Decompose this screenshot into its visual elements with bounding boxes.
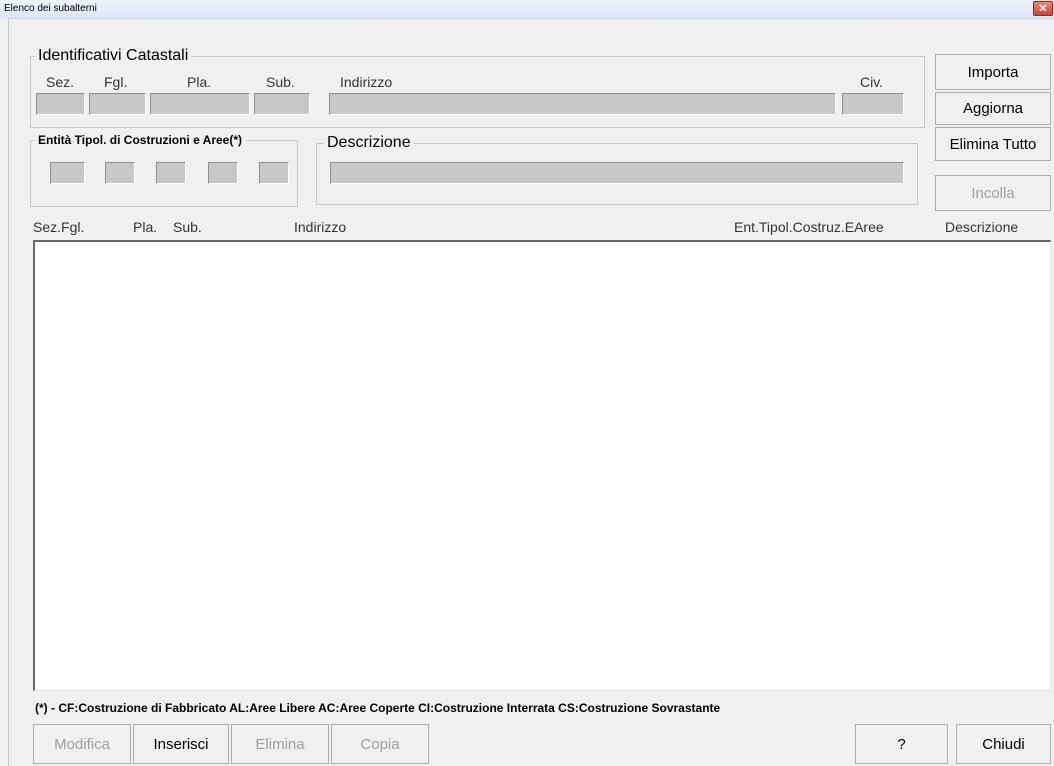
- pla-field[interactable]: [150, 93, 250, 115]
- header-indirizzo: Indirizzo: [294, 219, 347, 235]
- elimina-tutto-label: Elimina Tutto: [949, 135, 1037, 153]
- civ-label: Civ.: [860, 74, 884, 90]
- incolla-button[interactable]: Incolla: [935, 175, 1051, 211]
- sez-label: Sez.: [46, 74, 75, 90]
- elimina-label: Elimina: [255, 735, 305, 753]
- civ-field[interactable]: [842, 93, 904, 115]
- importa-label: Importa: [967, 63, 1019, 81]
- header-descrizione: Descrizione: [945, 219, 1019, 235]
- fgl-label: Fgl.: [104, 74, 128, 90]
- sub-label: Sub.: [266, 74, 295, 90]
- copia-label: Copia: [360, 735, 400, 753]
- header-sub: Sub.: [173, 219, 202, 235]
- help-button[interactable]: ?: [855, 724, 948, 764]
- header-sez-fgl: Sez.Fgl.: [33, 219, 85, 235]
- inserisci-button[interactable]: Inserisci: [133, 724, 229, 764]
- descrizione-field[interactable]: [330, 162, 904, 184]
- window-left-border: [0, 18, 9, 766]
- modifica-button[interactable]: Modifica: [33, 724, 131, 764]
- close-button[interactable]: ✕: [1033, 1, 1053, 16]
- aggiorna-label: Aggiorna: [962, 100, 1024, 117]
- chiudi-label: Chiudi: [982, 735, 1025, 753]
- elimina-button[interactable]: Elimina: [231, 724, 329, 764]
- fgl-field[interactable]: [89, 93, 146, 115]
- incolla-label: Incolla: [971, 184, 1015, 202]
- elimina-tutto-button[interactable]: Elimina Tutto: [935, 127, 1051, 161]
- descrizione-legend: Descrizione: [324, 134, 414, 152]
- entita-field-4[interactable]: [208, 162, 238, 184]
- sub-field[interactable]: [254, 93, 310, 115]
- legend-note: (*) - CF:Costruzione di Fabbricato AL:Ar…: [35, 701, 721, 715]
- indirizzo-label: Indirizzo: [340, 74, 393, 90]
- entita-field-2[interactable]: [105, 162, 135, 184]
- indirizzo-field[interactable]: [329, 93, 836, 115]
- subalterni-list[interactable]: [33, 240, 1051, 691]
- window-title: Elenco dei subalterni: [4, 3, 97, 14]
- entita-field-1[interactable]: [50, 162, 85, 184]
- inserisci-label: Inserisci: [153, 735, 209, 753]
- title-bar: Elenco dei subalterni ✕: [0, 0, 1054, 19]
- close-icon: ✕: [1038, 3, 1048, 15]
- dialog-window: Elenco dei subalterni ✕ Identificativi C…: [0, 0, 1054, 766]
- help-label: ?: [897, 735, 906, 753]
- copia-button[interactable]: Copia: [331, 724, 429, 764]
- importa-button[interactable]: Importa: [935, 54, 1051, 90]
- modifica-label: Modifica: [54, 735, 110, 753]
- entita-legend: Entità Tipol. di Costruzioni e Aree(*): [35, 133, 246, 147]
- entita-field-3[interactable]: [156, 162, 186, 184]
- pla-label: Pla.: [187, 74, 212, 90]
- identificativi-group: [30, 56, 925, 128]
- header-ent-tipol: Ent.Tipol.Costruz.EAree: [734, 219, 884, 235]
- identificativi-legend: Identificativi Catastali: [35, 47, 192, 65]
- chiudi-button[interactable]: Chiudi: [956, 724, 1051, 764]
- entita-field-5[interactable]: [259, 162, 289, 184]
- header-pla: Pla.: [133, 219, 158, 235]
- sez-field[interactable]: [36, 93, 85, 115]
- aggiorna-button[interactable]: Aggiorna: [935, 92, 1051, 125]
